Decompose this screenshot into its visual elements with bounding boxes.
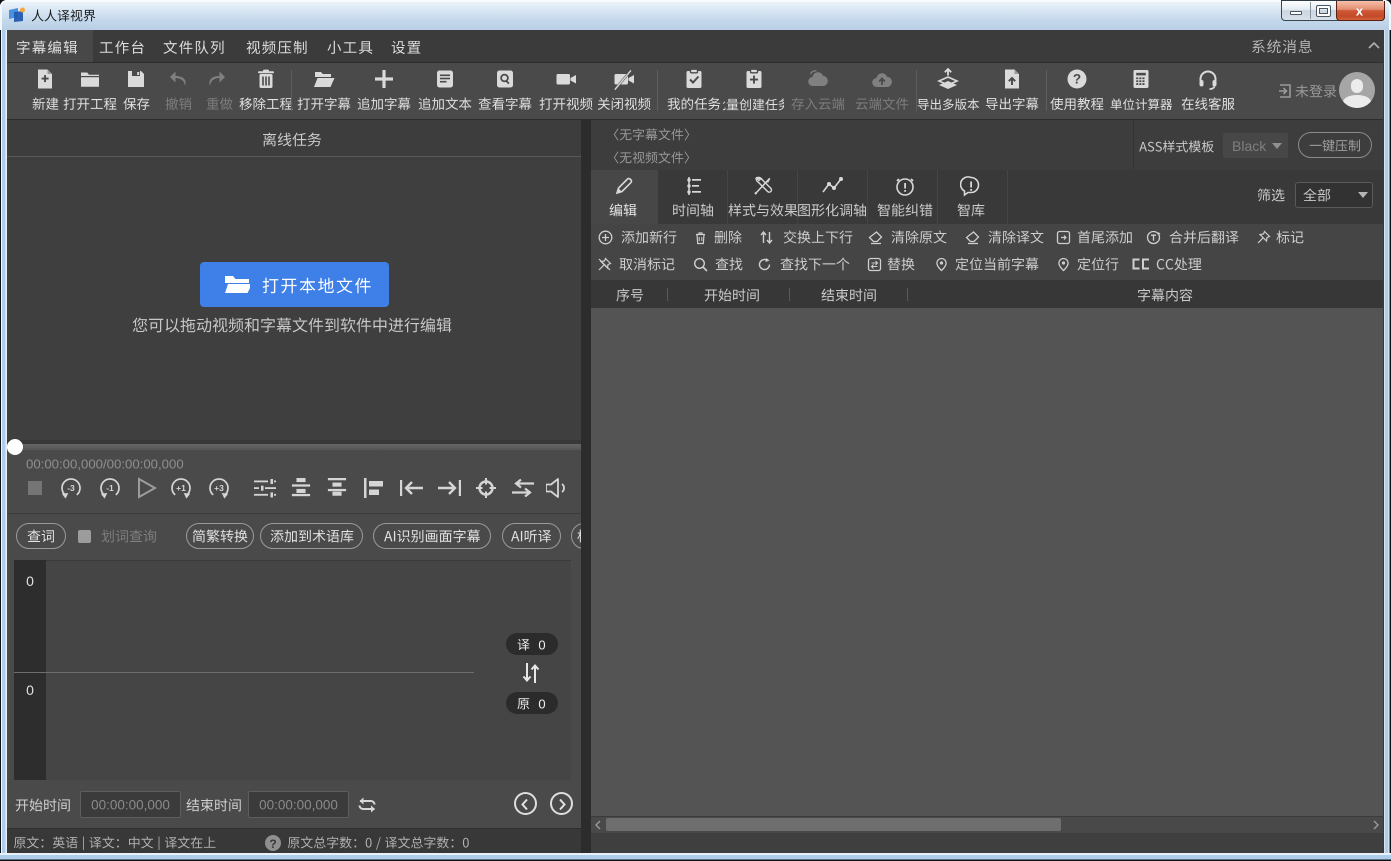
- svg-text:+3: +3: [214, 483, 224, 493]
- svg-text:-1: -1: [106, 483, 114, 493]
- svg-text:-3: -3: [67, 483, 75, 493]
- svg-text:?: ?: [1073, 72, 1081, 87]
- svg-text:+1: +1: [176, 483, 186, 493]
